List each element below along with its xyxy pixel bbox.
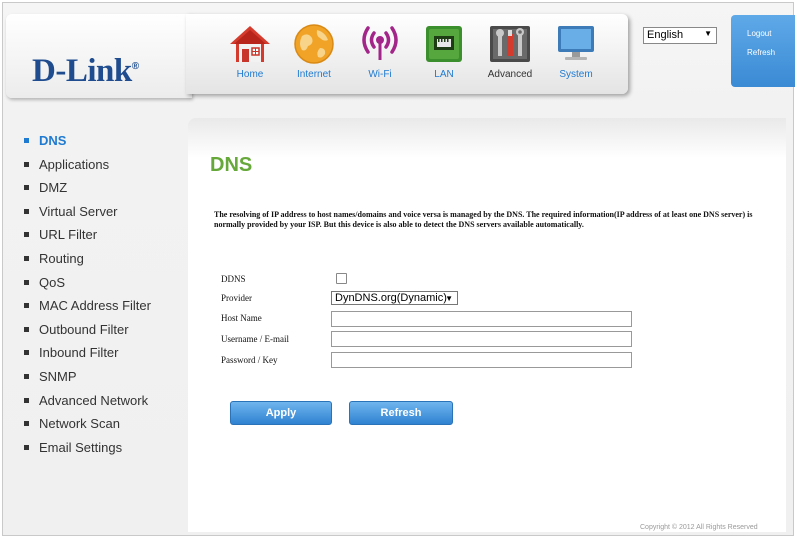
ddns-label: DDNS (221, 274, 246, 284)
globe-icon (294, 24, 334, 64)
language-select-value: English (647, 29, 684, 41)
bullet-icon (24, 161, 29, 167)
nav-lan[interactable]: LAN (414, 22, 474, 92)
bullet-icon (24, 373, 29, 379)
sidebar-item-label: Email Settings (39, 439, 123, 455)
home-icon (230, 26, 270, 62)
language-select[interactable]: English ▼ (643, 27, 717, 44)
dropdown-arrow-icon: ▼ (704, 29, 712, 38)
logout-link[interactable]: Logout (747, 29, 771, 38)
copyright-text: Copyright © 2012 All Rights Reserved (640, 524, 758, 531)
sidebar-item-qos[interactable]: QoS (24, 275, 184, 299)
wifi-icon (362, 26, 398, 60)
nav-home-label: Home (236, 69, 264, 80)
sidebar-item-label: Inbound Filter (39, 345, 119, 361)
provider-label: Provider (221, 293, 252, 303)
nav-home[interactable]: Home (220, 22, 280, 92)
password-input[interactable] (331, 352, 632, 368)
logo-panel: D-Link® (6, 14, 192, 98)
sidebar-item-advanced-network[interactable]: Advanced Network (24, 393, 184, 417)
sidebar-item-label: Advanced Network (39, 392, 149, 408)
nav-advanced-label: Advanced (487, 69, 533, 80)
sidebar-item-inbound-filter[interactable]: Inbound Filter (24, 345, 184, 369)
bullet-icon (24, 138, 29, 143)
sidebar-item-dmz[interactable]: DMZ (24, 180, 184, 204)
bullet-icon (24, 255, 29, 261)
sidebar-item-label: MAC Address Filter (39, 298, 151, 314)
sidebar-item-label: DMZ (39, 180, 68, 196)
nav-wifi-label: Wi-Fi (368, 69, 392, 80)
sidebar-item-network-scan[interactable]: Network Scan (24, 416, 184, 440)
sidebar-item-url-filter[interactable]: URL Filter (24, 227, 184, 251)
sidebar-item-outbound-filter[interactable]: Outbound Filter (24, 322, 184, 346)
bullet-icon (24, 444, 29, 450)
sidebar-item-virtual-server[interactable]: Virtual Server (24, 204, 184, 228)
content-panel: DNS The resolving of IP address to host … (188, 118, 786, 532)
tools-icon (490, 26, 530, 62)
sidebar-item-email-settings[interactable]: Email Settings (24, 440, 184, 464)
page-description: The resolving of IP address to host name… (214, 210, 753, 229)
logo-text: D-Link (32, 53, 132, 89)
bullet-icon (24, 421, 29, 427)
sidebar-item-label: Routing (39, 250, 84, 266)
sidebar-item-label: URL Filter (39, 227, 98, 243)
main-nav: Home Internet Wi-Fi LAN Advanced System (186, 14, 628, 94)
nav-advanced[interactable]: Advanced (480, 22, 540, 92)
nav-wifi[interactable]: Wi-Fi (350, 22, 410, 92)
dlink-logo[interactable]: D-Link® (32, 53, 139, 90)
bullet-icon (24, 279, 29, 285)
apply-button[interactable]: Apply (230, 401, 332, 425)
sidebar-item-dns[interactable]: DNS (24, 133, 184, 157)
nav-system[interactable]: System (546, 22, 606, 92)
nav-internet[interactable]: Internet (284, 22, 344, 92)
bullet-icon (24, 326, 29, 332)
sidebar-item-label: QoS (39, 274, 66, 290)
ddns-checkbox[interactable] (336, 273, 347, 284)
sidebar-item-label: DNS (39, 133, 67, 148)
lan-icon (426, 26, 462, 62)
bullet-icon (24, 397, 29, 403)
sidebar-item-mac-address-filter[interactable]: MAC Address Filter (24, 298, 184, 322)
sidebar-item-applications[interactable]: Applications (24, 157, 184, 181)
top-links-panel: Logout Refresh (731, 15, 795, 87)
nav-internet-label: Internet (297, 69, 331, 80)
bullet-icon (24, 350, 29, 356)
refresh-link[interactable]: Refresh (747, 48, 775, 57)
sidebar-item-label: Applications (39, 156, 110, 172)
bullet-icon (24, 185, 29, 191)
sidebar-menu: DNS Applications DMZ Virtual Server URL … (24, 133, 184, 463)
bullet-icon (24, 232, 29, 238)
username-label: Username / E-mail (221, 334, 289, 344)
monitor-icon (558, 26, 594, 60)
password-label: Password / Key (221, 355, 278, 365)
provider-select-value: DynDNS.org(Dynamic) (335, 292, 447, 304)
bullet-icon (24, 208, 29, 214)
dropdown-arrow-icon: ▼ (445, 294, 453, 303)
username-input[interactable] (331, 331, 632, 347)
refresh-button[interactable]: Refresh (349, 401, 453, 425)
sidebar-item-label: SNMP (39, 368, 77, 384)
hostname-input[interactable] (331, 311, 632, 327)
nav-system-label: System (559, 69, 593, 80)
sidebar-item-routing[interactable]: Routing (24, 251, 184, 275)
sidebar-item-label: Network Scan (39, 416, 120, 432)
nav-lan-label: LAN (434, 69, 454, 80)
sidebar-item-label: Outbound Filter (39, 321, 129, 337)
hostname-label: Host Name (221, 313, 262, 323)
page-title: DNS (210, 154, 253, 176)
sidebar-item-snmp[interactable]: SNMP (24, 369, 184, 393)
sidebar-item-label: Virtual Server (39, 203, 118, 219)
provider-select[interactable]: DynDNS.org(Dynamic) ▼ (331, 291, 458, 305)
bullet-icon (24, 303, 29, 309)
logo-registered-mark: ® (131, 61, 139, 72)
